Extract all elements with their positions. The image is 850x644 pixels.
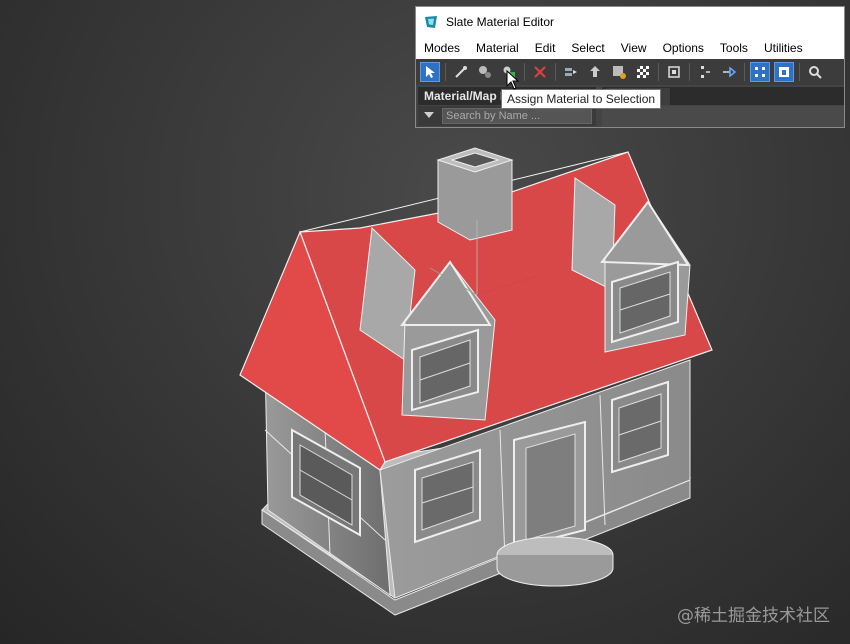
select-by-material-icon[interactable]	[585, 62, 605, 82]
select-icon[interactable]	[420, 62, 440, 82]
toolbar-separator	[689, 63, 690, 81]
title-bar[interactable]: Slate Material Editor	[416, 7, 844, 37]
toolbar-separator	[445, 63, 446, 81]
3dsmax-app-icon	[425, 16, 437, 28]
show-background-icon[interactable]	[774, 62, 794, 82]
menu-bar: Modes Material Edit Select View Options …	[416, 37, 844, 59]
background-icon[interactable]	[633, 62, 653, 82]
menu-view[interactable]: View	[613, 41, 655, 55]
toolbar-separator	[744, 63, 745, 81]
dropdown-arrow-icon[interactable]	[424, 112, 434, 118]
toolbar-separator	[658, 63, 659, 81]
show-end-result-icon[interactable]	[750, 62, 770, 82]
menu-select[interactable]: Select	[563, 41, 612, 55]
watermark: @稀土掘金技术社区	[677, 606, 830, 626]
put-to-scene-icon[interactable]	[475, 62, 495, 82]
move-children-icon[interactable]	[561, 62, 581, 82]
menu-utilities[interactable]: Utilities	[756, 41, 811, 55]
toolbar-separator	[555, 63, 556, 81]
menu-edit[interactable]: Edit	[527, 41, 564, 55]
layout-icon[interactable]	[664, 62, 684, 82]
delete-icon[interactable]	[530, 62, 550, 82]
options-icon[interactable]	[805, 62, 825, 82]
show-map-icon[interactable]	[609, 62, 629, 82]
menu-options[interactable]: Options	[655, 41, 712, 55]
search-input[interactable]: Search by Name ...	[442, 108, 592, 124]
toolbar-separator	[799, 63, 800, 81]
menu-tools[interactable]: Tools	[712, 41, 756, 55]
toolbar-separator	[524, 63, 525, 81]
window-title: Slate Material Editor	[446, 15, 555, 29]
toolbar	[416, 59, 844, 85]
layout-all-icon[interactable]	[719, 62, 739, 82]
nav-icon[interactable]	[695, 62, 715, 82]
eyedropper-icon[interactable]	[451, 62, 471, 82]
view-panel[interactable]	[602, 106, 844, 127]
slate-material-editor-window[interactable]: Slate Material Editor Modes Material Edi…	[415, 6, 845, 128]
menu-modes[interactable]: Modes	[416, 41, 468, 55]
material-map-browser-search-row: Search by Name ...	[418, 106, 596, 126]
tooltip: Assign Material to Selection	[501, 89, 662, 109]
menu-material[interactable]: Material	[468, 41, 527, 55]
mouse-cursor-icon	[506, 70, 520, 90]
